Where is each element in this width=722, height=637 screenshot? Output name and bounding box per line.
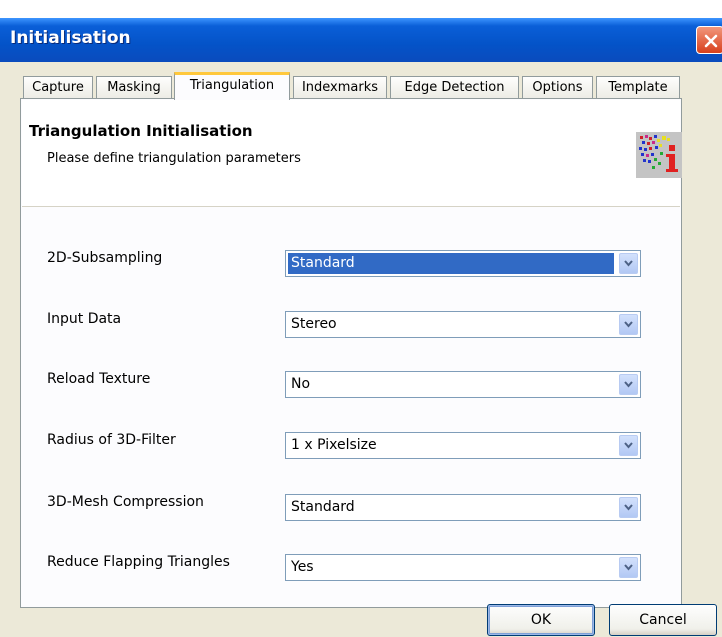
tab-indexmarks[interactable]: Indexmarks: [293, 76, 387, 99]
select-radius-3d-filter-value: 1 x Pixelsize: [291, 437, 377, 453]
select-input-data[interactable]: Stereo: [285, 311, 641, 338]
close-button[interactable]: [696, 26, 722, 54]
close-icon: [704, 34, 718, 48]
select-reduce-flapping-triangles-value: Yes: [291, 559, 314, 575]
dropdown-button[interactable]: [619, 253, 638, 274]
chevron-down-icon: [624, 504, 633, 511]
chevron-down-icon: [624, 442, 633, 449]
tab-strip: Capture Masking Triangulation Indexmarks…: [0, 72, 722, 100]
label-radius-3d-filter: Radius of 3D-Filter: [47, 432, 176, 448]
dropdown-button[interactable]: [619, 314, 638, 335]
select-reduce-flapping-triangles[interactable]: Yes: [285, 554, 641, 581]
dialog-window: Initialisation Capture Masking Triangula…: [0, 18, 722, 637]
title-bar[interactable]: Initialisation: [0, 18, 722, 62]
label-2d-subsampling: 2D-Subsampling: [47, 250, 163, 266]
select-reload-texture[interactable]: No: [285, 371, 641, 398]
chevron-down-icon: [624, 564, 633, 571]
panel-header: Triangulation Initialisation Please defi…: [22, 100, 680, 207]
select-2d-subsampling-value: Standard: [291, 255, 355, 271]
tab-triangulation[interactable]: Triangulation: [174, 72, 290, 100]
dropdown-button[interactable]: [619, 374, 638, 395]
window-title: Initialisation: [10, 28, 131, 48]
label-input-data: Input Data: [47, 311, 122, 327]
panel-title: Triangulation Initialisation: [29, 122, 253, 140]
label-reload-texture: Reload Texture: [47, 371, 151, 387]
chevron-down-icon: [624, 381, 633, 388]
select-input-data-value: Stereo: [291, 316, 337, 332]
select-3d-mesh-compression[interactable]: Standard: [285, 494, 641, 521]
label-3d-mesh-compression: 3D-Mesh Compression: [47, 494, 204, 510]
tab-options[interactable]: Options: [522, 76, 593, 99]
dropdown-button[interactable]: [619, 557, 638, 578]
tab-edge-detection[interactable]: Edge Detection: [390, 76, 519, 99]
tab-masking[interactable]: Masking: [96, 76, 172, 99]
chevron-down-icon: [624, 260, 633, 267]
tab-panel: Triangulation Initialisation Please defi…: [20, 98, 682, 608]
label-reduce-flapping-triangles: Reduce Flapping Triangles: [47, 554, 230, 570]
select-reload-texture-value: No: [291, 376, 311, 392]
select-2d-subsampling[interactable]: Standard: [285, 250, 641, 277]
select-3d-mesh-compression-value: Standard: [291, 499, 355, 515]
chevron-down-icon: [624, 321, 633, 328]
tab-template[interactable]: Template: [596, 76, 680, 99]
tab-capture[interactable]: Capture: [23, 76, 93, 99]
select-radius-3d-filter[interactable]: 1 x Pixelsize: [285, 432, 641, 459]
cancel-button[interactable]: Cancel: [609, 604, 717, 636]
panel-subtitle: Please define triangulation parameters: [47, 151, 301, 166]
triangulation-info-icon: [636, 132, 682, 178]
dropdown-button[interactable]: [619, 497, 638, 518]
dropdown-button[interactable]: [619, 435, 638, 456]
ok-button[interactable]: OK: [487, 604, 595, 636]
